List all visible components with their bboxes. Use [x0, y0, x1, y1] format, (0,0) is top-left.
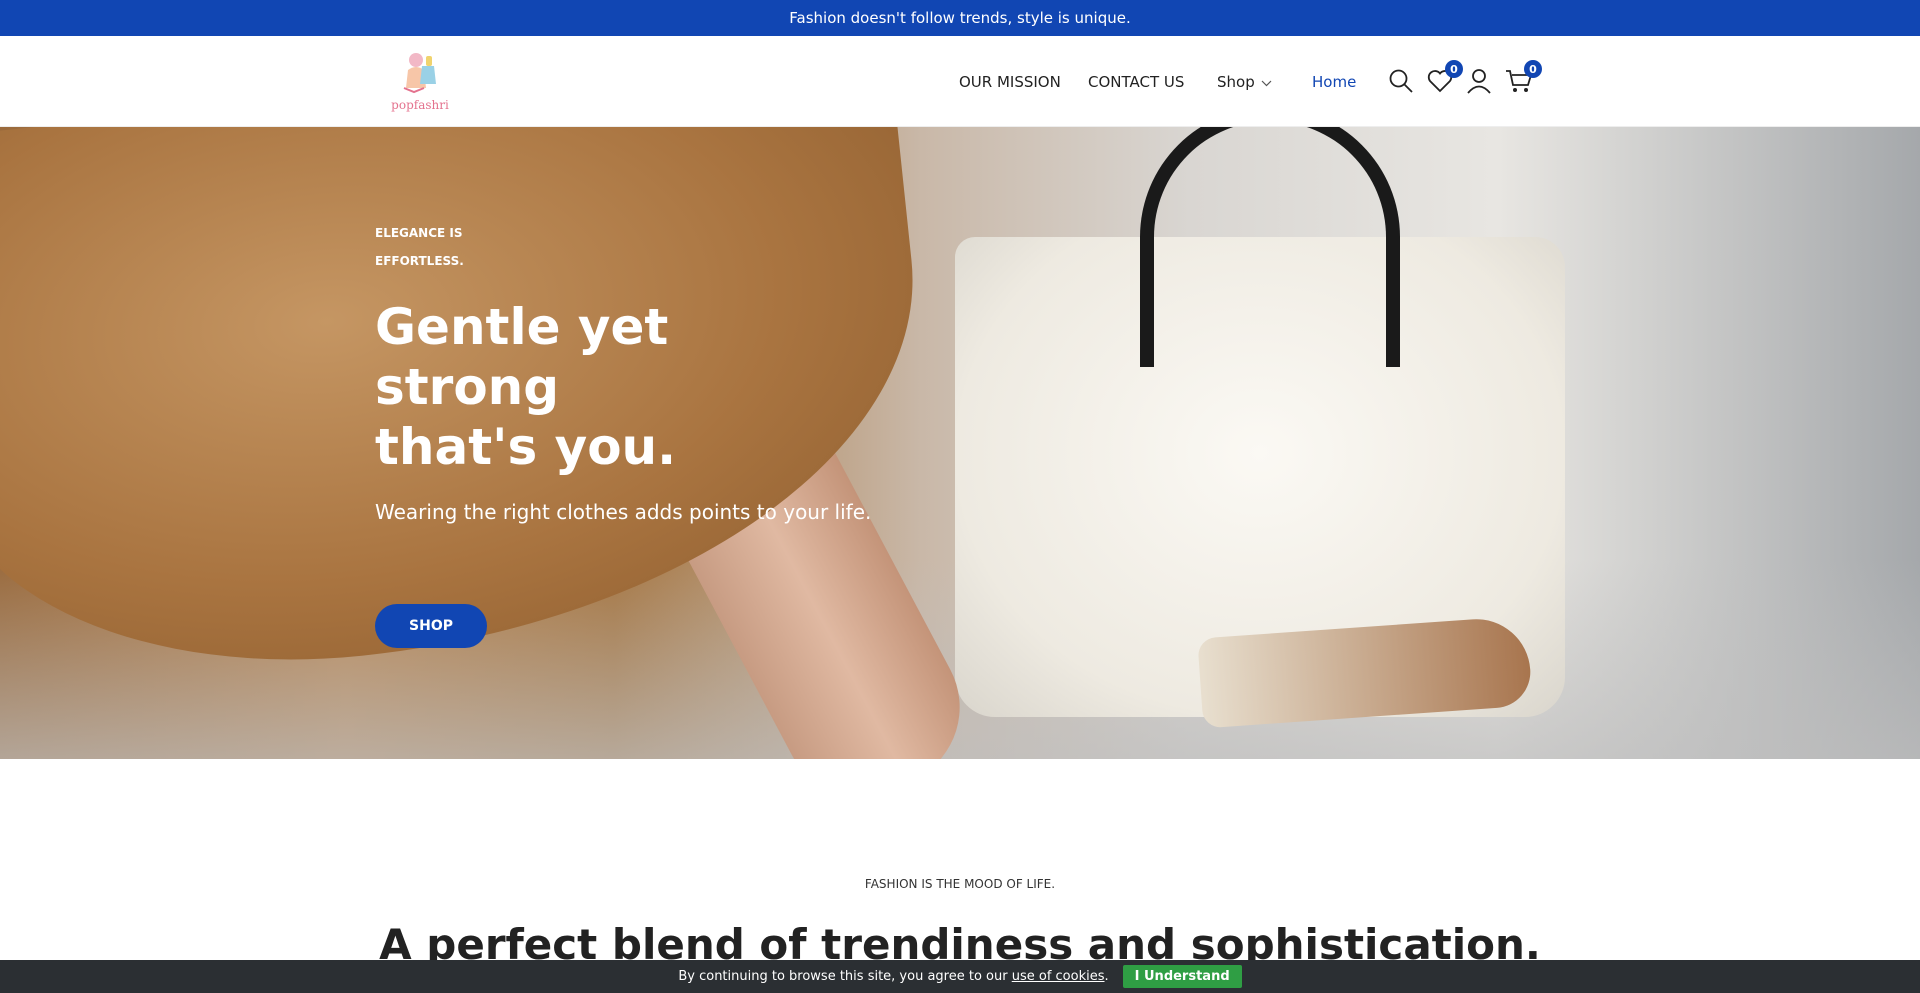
- logo[interactable]: popfashri: [388, 48, 452, 116]
- hero-title-line3: that's you.: [375, 418, 677, 476]
- hero-eyebrow: ELEGANCE IS EFFORTLESS.: [375, 219, 495, 275]
- cookie-policy-link[interactable]: use of cookies: [1012, 969, 1105, 984]
- nav-contact-us[interactable]: CONTACT US: [1088, 36, 1184, 127]
- hero-title-line2: strong: [375, 358, 560, 416]
- chevron-down-icon: [1261, 73, 1272, 91]
- logo-wordmark: popfashri: [391, 98, 449, 112]
- cookie-text: By continuing to browse this site, you a…: [678, 969, 1108, 984]
- shop-button[interactable]: SHOP: [375, 604, 487, 648]
- section-eyebrow: FASHION IS THE MOOD OF LIFE.: [864, 877, 1056, 891]
- site-header: popfashri OUR MISSION CONTACT US Shop Ho…: [0, 36, 1920, 127]
- cookie-banner: By continuing to browse this site, you a…: [0, 960, 1920, 993]
- hero-eyebrow-line1: ELEGANCE IS: [375, 226, 463, 240]
- logo-icon: [403, 53, 436, 94]
- announcement-text: Fashion doesn't follow trends, style is …: [789, 9, 1131, 27]
- cart-count-badge: 0: [1524, 60, 1542, 78]
- nav-our-mission-label: OUR MISSION: [959, 72, 1061, 91]
- account-button[interactable]: [1464, 66, 1494, 96]
- cookie-accept-button[interactable]: I Understand: [1122, 965, 1242, 988]
- hero-subtitle: Wearing the right clothes adds points to…: [375, 500, 872, 524]
- nav-home[interactable]: Home: [1312, 36, 1356, 127]
- cookie-text-before: By continuing to browse this site, you a…: [678, 969, 1008, 984]
- nav-our-mission[interactable]: OUR MISSION: [959, 36, 1061, 127]
- wishlist-button[interactable]: 0: [1425, 60, 1463, 96]
- hero-eyebrow-line2: EFFORTLESS.: [375, 254, 464, 268]
- hero-image-bag-handle: [1140, 127, 1400, 367]
- hero-banner: ELEGANCE IS EFFORTLESS. Gentle yet stron…: [0, 127, 1920, 759]
- search-button[interactable]: [1386, 66, 1416, 96]
- cookie-text-after: .: [1104, 969, 1109, 984]
- nav-shop[interactable]: Shop: [1217, 36, 1272, 127]
- announcement-bar: Fashion doesn't follow trends, style is …: [0, 0, 1920, 36]
- search-icon: [1389, 69, 1413, 93]
- hero-title-line1: Gentle yet: [375, 298, 669, 356]
- cart-button[interactable]: 0: [1504, 60, 1542, 96]
- user-icon: [1467, 69, 1491, 94]
- nav-contact-us-label: CONTACT US: [1088, 72, 1185, 91]
- wishlist-count-badge: 0: [1445, 60, 1463, 78]
- nav-shop-label: Shop: [1217, 72, 1255, 91]
- hero-title: Gentle yet strong that's you.: [375, 297, 795, 477]
- nav-home-label: Home: [1312, 72, 1357, 91]
